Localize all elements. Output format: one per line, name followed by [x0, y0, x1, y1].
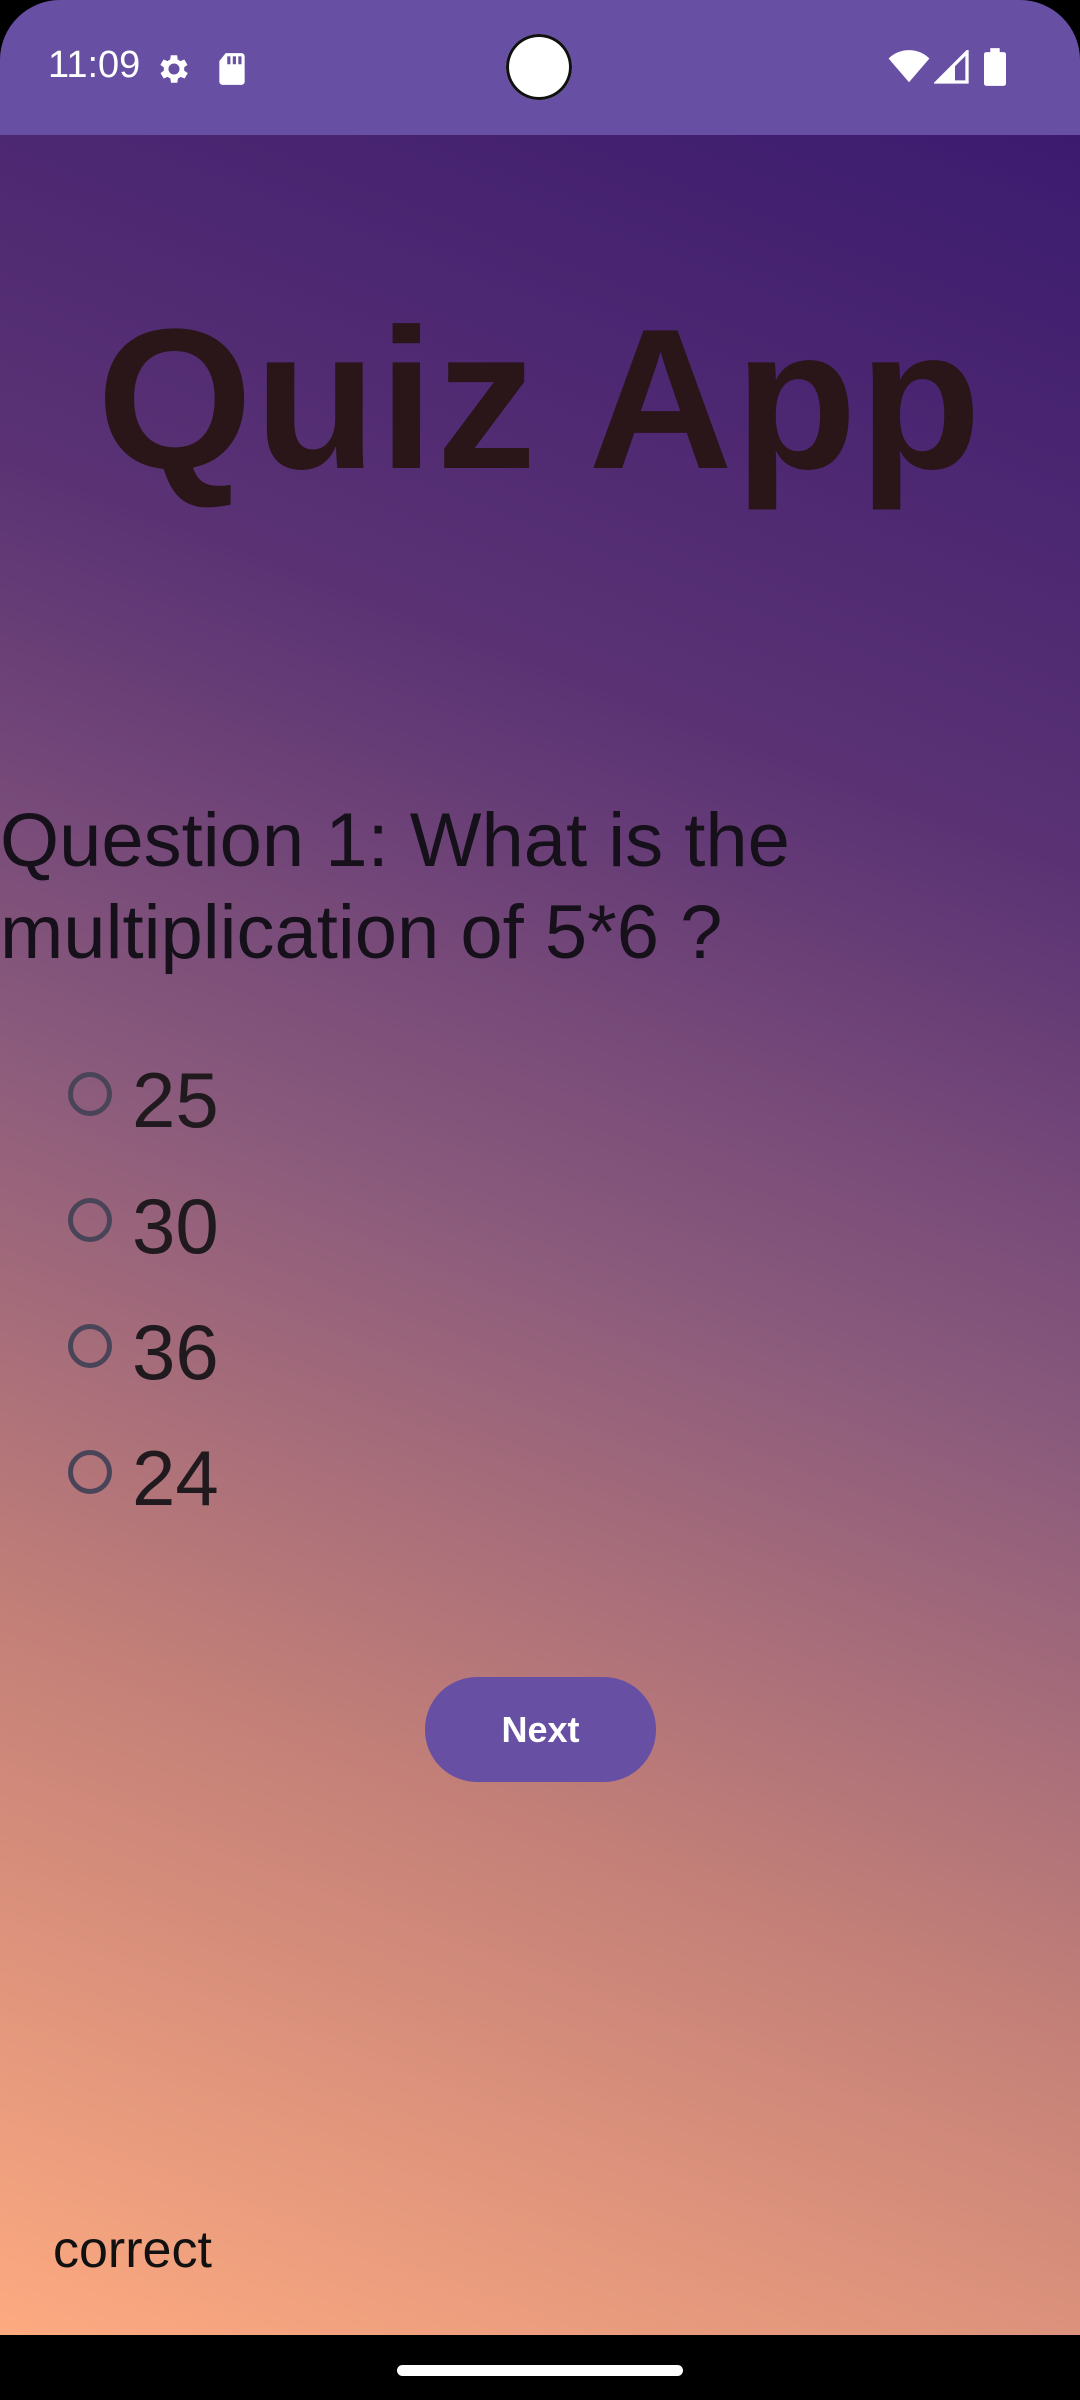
app-title: Quiz App: [96, 288, 984, 511]
option-label: 24: [132, 1434, 219, 1522]
signal-icon: [933, 48, 970, 89]
option-30[interactable]: 30: [68, 1176, 468, 1276]
option-label: 25: [132, 1056, 219, 1144]
camera-cutout: [506, 34, 572, 100]
question-text: Question 1: What is the multiplication o…: [0, 798, 790, 975]
feedback-text: correct: [53, 2221, 212, 2279]
option-25[interactable]: 25: [68, 1050, 468, 1150]
option-label: 30: [132, 1182, 219, 1270]
option-24[interactable]: 24: [68, 1428, 468, 1528]
next-button[interactable]: Next: [425, 1677, 656, 1782]
radio-icon[interactable]: [68, 1072, 112, 1116]
status-bar: 11:09: [0, 0, 1080, 135]
home-handle[interactable]: [397, 2365, 683, 2376]
radio-icon[interactable]: [68, 1324, 112, 1368]
radio-icon[interactable]: [68, 1198, 112, 1242]
radio-icon[interactable]: [68, 1450, 112, 1494]
wifi-icon: [888, 50, 930, 89]
battery-icon: [984, 48, 1006, 91]
sd-card-icon: [216, 50, 248, 93]
gear-icon: [155, 50, 193, 93]
status-time: 11:09: [48, 44, 141, 86]
option-36[interactable]: 36: [68, 1302, 468, 1402]
option-label: 36: [132, 1308, 219, 1396]
